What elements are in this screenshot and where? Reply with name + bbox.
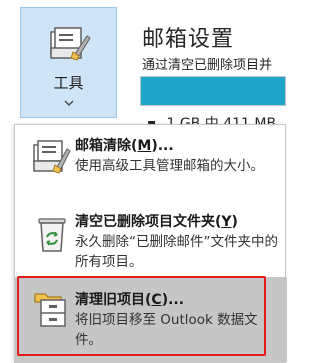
tools-icon <box>50 27 91 61</box>
mailbox-settings-title: 邮箱设置 <box>142 27 235 52</box>
chevron-down-icon <box>64 100 74 106</box>
menu-item-mailbox-cleanup[interactable]: 邮箱清除(M)... 使用高级工具管理邮箱的大小。 <box>15 125 287 201</box>
menu-item-cleanup-old-items-description: 将旧项目移至 Outlook 数据文件。 <box>75 312 258 348</box>
menu-item-empty-deleted-items[interactable]: 清空已删除项目文件夹(Y) 永久删除“已删除邮件”文件夹中的所有项目。 <box>15 203 287 275</box>
recycle-bin-icon <box>38 218 66 252</box>
menu-item-mailbox-cleanup-title: 邮箱清除(M)... <box>75 138 174 154</box>
archive-cabinet-icon <box>34 293 66 327</box>
tools-dropdown-menu: 邮箱清除(M)... 使用高级工具管理邮箱的大小。 清空已删除项目文件夹(Y) … <box>14 124 287 363</box>
menu-item-empty-deleted-items-description: 永久删除“已删除邮件”文件夹中的所有项目。 <box>75 234 278 270</box>
menu-item-cleanup-old-items[interactable]: 清理旧项目(C)... 将旧项目移至 Outlook 数据文件。 <box>15 277 287 362</box>
mailbox-settings-view: 工具 邮箱设置 通过清空已删除项目并 ▪1 GB 中 411 MB 邮箱清除(M… <box>0 0 287 363</box>
tools-dropdown-button[interactable]: 工具 <box>20 7 117 118</box>
menu-item-cleanup-old-items-title: 清理旧项目(C)... <box>75 292 185 308</box>
menu-item-empty-deleted-items-title: 清空已删除项目文件夹(Y) <box>75 214 238 230</box>
mailbox-quota-fill <box>141 77 285 105</box>
mailbox-cleanup-icon <box>33 140 71 174</box>
mailbox-settings-description: 通过清空已删除项目并 <box>142 58 273 73</box>
mailbox-quota-bar <box>140 76 286 106</box>
tools-label: 工具 <box>53 74 84 92</box>
menu-item-mailbox-cleanup-description: 使用高级工具管理邮箱的大小。 <box>75 158 264 174</box>
